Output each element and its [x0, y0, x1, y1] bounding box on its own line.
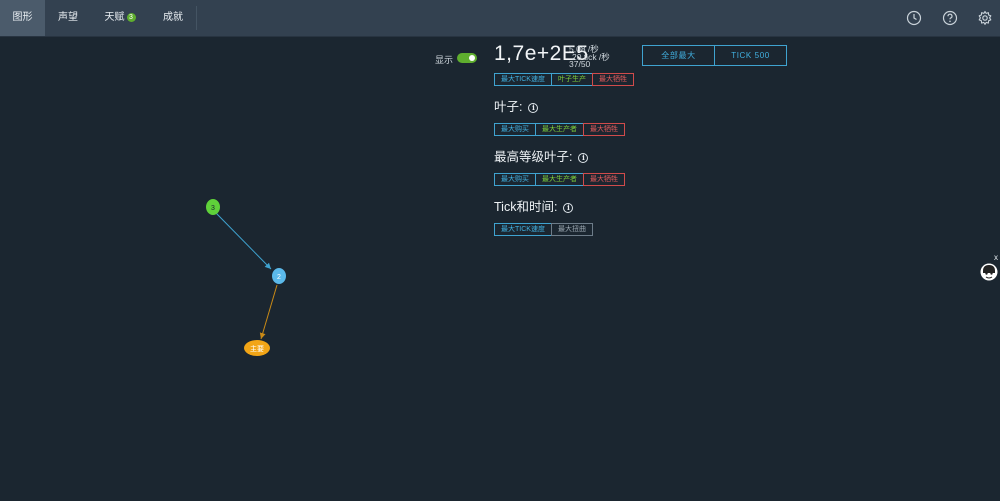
top-nav-bar: 图形 声望 天赋 3 成就 — [0, 0, 1000, 37]
node-main[interactable]: 主要 — [244, 340, 270, 356]
resource-progress: 37/50 — [569, 59, 591, 69]
tab-talents[interactable]: 天赋 3 — [92, 0, 148, 36]
tab-achievements[interactable]: 成就 — [150, 0, 196, 36]
tab-talents-label: 天赋 — [104, 12, 125, 23]
talents-count-badge: 3 — [126, 12, 136, 22]
max-tick-speed-chip[interactable]: 最大TICK速度 — [494, 73, 552, 86]
edge-3-to-2 — [215, 212, 272, 270]
leaves-chips: 最大购买 最大生产者 最大牺牲 — [494, 123, 625, 136]
top-leaves-heading: 最高等级叶子: i — [494, 146, 589, 165]
tab-achievements-label: 成就 — [163, 12, 183, 23]
leaves-max-producer-chip[interactable]: 最大生产者 — [535, 123, 584, 136]
node-3-label: 3 — [211, 205, 215, 212]
edge-2-to-main — [259, 284, 278, 340]
top-leaves-max-producer-chip[interactable]: 最大生产者 — [535, 173, 584, 186]
max-warp-chip[interactable]: 最大扭曲 — [550, 223, 593, 236]
clock-icon[interactable] — [906, 10, 922, 26]
leaves-max-buy-chip[interactable]: 最大购买 — [494, 123, 536, 136]
max-sacrifice-chip[interactable]: 最大牺牲 — [591, 73, 634, 86]
help-icon[interactable] — [942, 10, 958, 26]
tick-button[interactable]: TICK 500 — [714, 46, 786, 65]
node-graph[interactable]: 3 2 主要 — [0, 37, 420, 437]
display-label: 显示 — [435, 55, 454, 65]
leaves-title: 叶子: — [494, 100, 523, 114]
tick-time-heading: Tick和时间: i — [494, 196, 574, 215]
side-widget-close-button[interactable]: x — [994, 253, 998, 262]
tab-prestige[interactable]: 声望 — [45, 0, 91, 36]
top-action-buttons: 全部最大 TICK 500 — [642, 45, 787, 66]
top-leaves-max-sacrifice-chip[interactable]: 最大牺牲 — [583, 173, 625, 186]
tab-prestige-label: 声望 — [58, 12, 78, 23]
side-helper-avatar-icon[interactable] — [980, 263, 998, 281]
info-icon[interactable]: i — [578, 152, 589, 163]
leaves-max-sacrifice-chip[interactable]: 最大牺牲 — [583, 123, 625, 136]
node-3[interactable]: 3 — [206, 199, 220, 215]
tab-graph-label: 图形 — [12, 12, 33, 23]
gear-icon[interactable] — [977, 10, 993, 26]
node-2-label: 2 — [277, 274, 281, 281]
tick-time-chips: 最大TICK速度 最大扭曲 — [494, 223, 593, 236]
display-toggle[interactable] — [457, 53, 477, 63]
tick-time-title: Tick和时间: — [494, 200, 558, 214]
info-icon[interactable]: i — [528, 102, 539, 113]
max-tick-speed-chip-2[interactable]: 最大TICK速度 — [494, 223, 552, 236]
leaf-production-chip[interactable]: 叶子生产 — [550, 73, 593, 86]
info-icon[interactable]: i — [563, 202, 574, 213]
top-chips: 最大TICK速度 叶子生产 最大牺牲 — [494, 73, 634, 86]
max-all-button[interactable]: 全部最大 — [643, 46, 714, 65]
node-2[interactable]: 2 — [272, 268, 286, 284]
top-leaves-title: 最高等级叶子: — [494, 150, 573, 164]
top-leaves-max-buy-chip[interactable]: 最大购买 — [494, 173, 536, 186]
leaves-heading: 叶子: i — [494, 96, 539, 115]
top-leaves-chips: 最大购买 最大生产者 最大牺牲 — [494, 173, 625, 186]
nav-divider — [196, 6, 197, 30]
node-main-label: 主要 — [250, 344, 264, 353]
tab-graph[interactable]: 图形 — [0, 0, 45, 36]
